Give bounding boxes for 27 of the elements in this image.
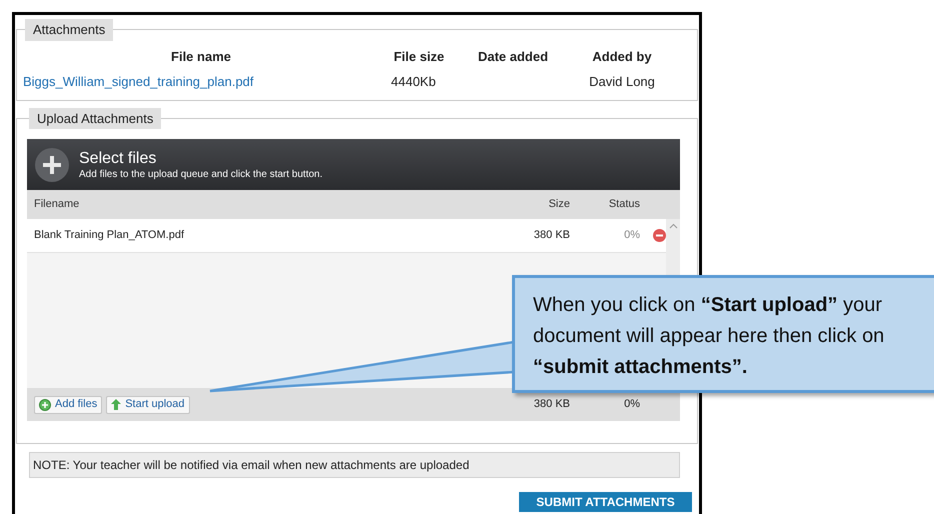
up-arrow-icon [111, 399, 122, 410]
column-header: File name [170, 48, 232, 66]
column-header: Size [548, 197, 570, 212]
remove-icon[interactable] [653, 229, 666, 242]
submit-button[interactable]: SUBMIT ATTACHMENTS [519, 492, 692, 512]
table-cell-text: 4440Kb [390, 73, 437, 91]
total-status: 0% [623, 397, 640, 412]
callout-text: When you click on “Start upload” your document will appear here then click on “submit attachments”. [533, 293, 886, 380]
uploader-button[interactable]: Start upload [106, 396, 190, 414]
column-header: Status [608, 197, 640, 212]
column-header: Date added [476, 48, 550, 66]
uploader-subtitle: Add files to the upload queue and click the start button. [79, 168, 322, 180]
plus-circle-icon [39, 398, 51, 410]
section-legend: Attachments [25, 19, 114, 40]
queue-status: 0% [623, 228, 640, 244]
column-header: Added by [591, 48, 653, 66]
total-size: 380 KB [532, 397, 570, 412]
queue-filename: Blank Training Plan_ATOM.pdf [34, 228, 186, 244]
uploader-title: Select files [79, 148, 158, 168]
queue-size: 380 KB [532, 228, 570, 244]
column-header: File size [392, 48, 446, 66]
file-link[interactable]: Biggs_William_signed_training_plan.pdf [23, 74, 254, 89]
section-legend: Upload Attachments [29, 108, 162, 129]
column-header: Filename [34, 197, 80, 212]
uploader-button[interactable]: Add files [34, 396, 102, 414]
note-box: NOTE: Your teacher will be notified via email when new attachments are uploaded [29, 452, 680, 478]
table-cell-text: David Long [588, 73, 656, 91]
